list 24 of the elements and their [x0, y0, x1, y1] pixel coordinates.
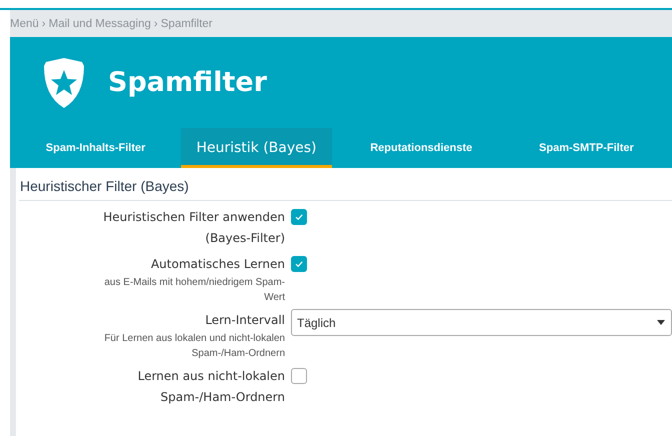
breadcrumb-separator: ›: [42, 18, 46, 30]
dropdown[interactable]: Täglich: [291, 309, 672, 336]
checkbox[interactable]: [291, 256, 307, 272]
caret-icon: [657, 320, 665, 325]
field-label: Lern-Intervall: [204, 312, 285, 329]
section-title: Heuristischer Filter (Bayes): [19, 168, 672, 201]
tab[interactable]: Heuristik (Bayes): [181, 128, 332, 168]
tab[interactable]: Reputationsdienste: [342, 128, 501, 168]
field-hint: Für Lernen aus lokalen und nicht-lokalen Spam-/Ham-Ordnern: [103, 332, 285, 361]
breadcrumb-current: Spamfilter: [160, 18, 213, 30]
field-label: Automatisches Lernen: [150, 256, 285, 273]
check-icon: [294, 212, 304, 222]
page-title: Spamfilter: [108, 67, 267, 98]
field-label: Lernen aus nicht-lokalen Spam-/Ham-Ordnern: [136, 368, 285, 406]
checkbox[interactable]: [291, 209, 307, 225]
breadcrumb-link[interactable]: Mail und Messaging: [48, 18, 151, 30]
tab[interactable]: Spam-Inhalts-Filter: [16, 128, 176, 168]
field-hint: aus E-Mails mit hohem/niedrigem Spam-Wert: [103, 276, 285, 305]
breadcrumb-separator: ›: [154, 18, 158, 30]
tab[interactable]: Spam-SMTP-Filter: [506, 128, 666, 168]
checkbox[interactable]: [291, 368, 307, 384]
check-icon: [294, 259, 304, 269]
field-label: Heuristischen Filter anwenden (Bayes-Filter): [102, 209, 285, 247]
breadcrumb-link[interactable]: Menü: [10, 18, 39, 30]
